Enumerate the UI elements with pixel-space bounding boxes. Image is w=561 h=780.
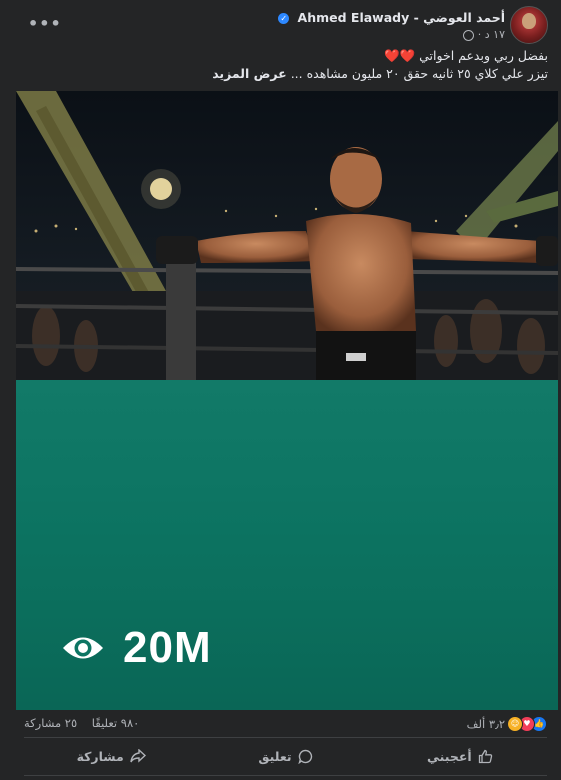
thumbs-up-icon: [478, 749, 492, 763]
post-media[interactable]: 20M: [16, 91, 558, 710]
post-stats: ٩٨٠ تعليقًا ٢٥ مشاركة 👍 ♥ ☺ ٣٫٢ ألف: [24, 716, 547, 732]
more-options-button[interactable]: •••: [28, 14, 62, 33]
bottom-divider: [24, 775, 547, 776]
boxer-photo: [16, 91, 558, 380]
post-meta: ١٧ د ·: [459, 28, 505, 41]
caption-text-1: بفضل ربي وبدعم اخواتي: [419, 48, 548, 63]
comment-button[interactable]: تعليق: [198, 742, 372, 770]
shares-count[interactable]: ٢٥ مشاركة: [24, 716, 77, 730]
views-count: 20M: [123, 623, 212, 672]
post-photo: [16, 91, 558, 380]
caption-line-2: تيزر علي كلاي ٢٥ ثانيه حقق ٢٠ مليون مشاه…: [212, 65, 548, 83]
like-button[interactable]: أعجبني: [373, 742, 547, 770]
hearts-emoji: ❤️❤️: [384, 48, 416, 63]
like-label: أعجبني: [426, 748, 472, 764]
post-actions: مشاركة تعليق أعجبني: [24, 742, 547, 770]
globe-icon: [463, 29, 475, 41]
eye-icon: [63, 637, 103, 659]
share-button[interactable]: مشاركة: [24, 742, 198, 770]
share-icon: [130, 749, 146, 763]
see-more-link[interactable]: عرض المزيد: [212, 66, 287, 81]
views-overlay: 20M: [61, 623, 212, 673]
post-card: أحمد العوضي - Ahmed Elawady ✓ ١٧ د · •••…: [0, 0, 561, 780]
post-header: أحمد العوضي - Ahmed Elawady ✓ ١٧ د · •••: [0, 6, 561, 46]
engagement-counts: ٩٨٠ تعليقًا ٢٥ مشاركة: [24, 716, 139, 730]
haha-reaction-icon: ☺: [507, 716, 523, 732]
author-name-row: أحمد العوضي - Ahmed Elawady ✓: [278, 10, 505, 25]
share-label: مشاركة: [76, 748, 124, 764]
caption-text-2: تيزر علي كلاي ٢٥ ثانيه حقق ٢٠ مليون مشاه…: [290, 66, 548, 81]
divider: [24, 737, 547, 738]
comment-label: تعليق: [258, 748, 292, 764]
author-name[interactable]: أحمد العوضي - Ahmed Elawady: [298, 10, 505, 25]
reactions-summary[interactable]: 👍 ♥ ☺ ٣٫٢ ألف: [467, 716, 547, 732]
author-avatar[interactable]: [510, 6, 548, 44]
comment-icon: [297, 749, 312, 764]
verified-badge-icon: ✓: [278, 13, 290, 24]
caption-line-1: بفضل ربي وبدعم اخواتي ❤️❤️: [212, 47, 548, 65]
reactions-count: ٣٫٢ ألف: [466, 717, 505, 731]
post-caption: بفضل ربي وبدعم اخواتي ❤️❤️ تيزر علي كلاي…: [212, 47, 548, 83]
comments-count[interactable]: ٩٨٠ تعليقًا: [92, 716, 140, 730]
post-time[interactable]: ١٧ د ·: [478, 28, 505, 41]
